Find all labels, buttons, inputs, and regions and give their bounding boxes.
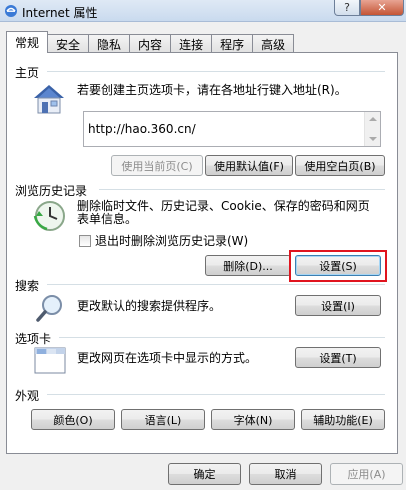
home-address-field[interactable]: http://hao.360.cn/ <box>83 111 381 147</box>
title-bar: Internet 属性 ? ✕ <box>0 0 406 22</box>
tab-advanced[interactable]: 高级 <box>253 34 295 53</box>
ok-button[interactable]: 确定 <box>168 463 241 485</box>
help-button[interactable]: ? <box>334 0 360 16</box>
scroll-down-icon[interactable] <box>369 137 377 141</box>
divider <box>47 394 385 395</box>
highlight-box <box>289 250 387 282</box>
apply-button[interactable]: 应用(A) <box>330 463 403 485</box>
close-button[interactable]: ✕ <box>360 0 404 16</box>
tab-general[interactable]: 常规 <box>6 31 49 53</box>
fonts-button[interactable]: 字体(N) <box>211 409 295 430</box>
search-group-label: 搜索 <box>15 277 44 294</box>
history-clock-icon <box>33 201 65 231</box>
home-group-label: 主页 <box>15 64 44 81</box>
scroll-up-icon[interactable] <box>369 117 377 121</box>
internet-explorer-icon <box>5 5 17 17</box>
divider <box>99 189 385 190</box>
tab-content[interactable]: 内容 <box>130 34 172 53</box>
history-group-label: 浏览历史记录 <box>15 182 92 199</box>
appearance-group-label: 外观 <box>15 387 44 404</box>
history-description-line1: 删除临时文件、历史记录、Cookie、保存的密码和网页 <box>77 199 370 213</box>
home-address-value: http://hao.360.cn/ <box>88 122 196 136</box>
tab-security[interactable]: 安全 <box>48 34 90 53</box>
languages-button[interactable]: 语言(L) <box>121 409 205 430</box>
colors-button[interactable]: 颜色(O) <box>31 409 115 430</box>
use-blank-button[interactable]: 使用空白页(B) <box>295 155 385 176</box>
magnifier-icon <box>36 295 62 322</box>
search-settings-button[interactable]: 设置(I) <box>295 295 381 316</box>
delete-history-button[interactable]: 删除(D)... <box>205 255 291 276</box>
address-scrollbar[interactable] <box>364 112 380 146</box>
cancel-button[interactable]: 取消 <box>249 463 322 485</box>
tabs-description: 更改网页在选项卡中显示的方式。 <box>77 351 258 365</box>
divider <box>47 284 385 285</box>
divider <box>59 337 385 338</box>
use-default-button[interactable]: 使用默认值(F) <box>205 155 293 176</box>
window-title: Internet 属性 <box>22 6 98 20</box>
tabs-settings-button[interactable]: 设置(T) <box>295 347 381 368</box>
history-description-line2: 表单信息。 <box>77 212 138 226</box>
tab-bar: 常规 安全 隐私 内容 连接 程序 高级 <box>6 31 295 53</box>
delete-on-exit-checkbox[interactable] <box>79 235 91 247</box>
accessibility-button[interactable]: 辅助功能(E) <box>301 409 385 430</box>
search-description: 更改默认的搜索提供程序。 <box>77 299 222 313</box>
tab-connections[interactable]: 连接 <box>171 34 213 53</box>
home-icon <box>34 85 64 114</box>
tab-programs[interactable]: 程序 <box>212 34 254 53</box>
home-description: 若要创建主页选项卡，请在各地址行键入地址(R)。 <box>77 83 347 97</box>
delete-on-exit-label[interactable]: 退出时删除浏览历史记录(W) <box>95 234 248 248</box>
tabbed-window-icon <box>34 347 66 374</box>
use-current-button[interactable]: 使用当前页(C) <box>111 155 203 176</box>
tab-privacy[interactable]: 隐私 <box>89 34 131 53</box>
divider <box>47 71 385 72</box>
